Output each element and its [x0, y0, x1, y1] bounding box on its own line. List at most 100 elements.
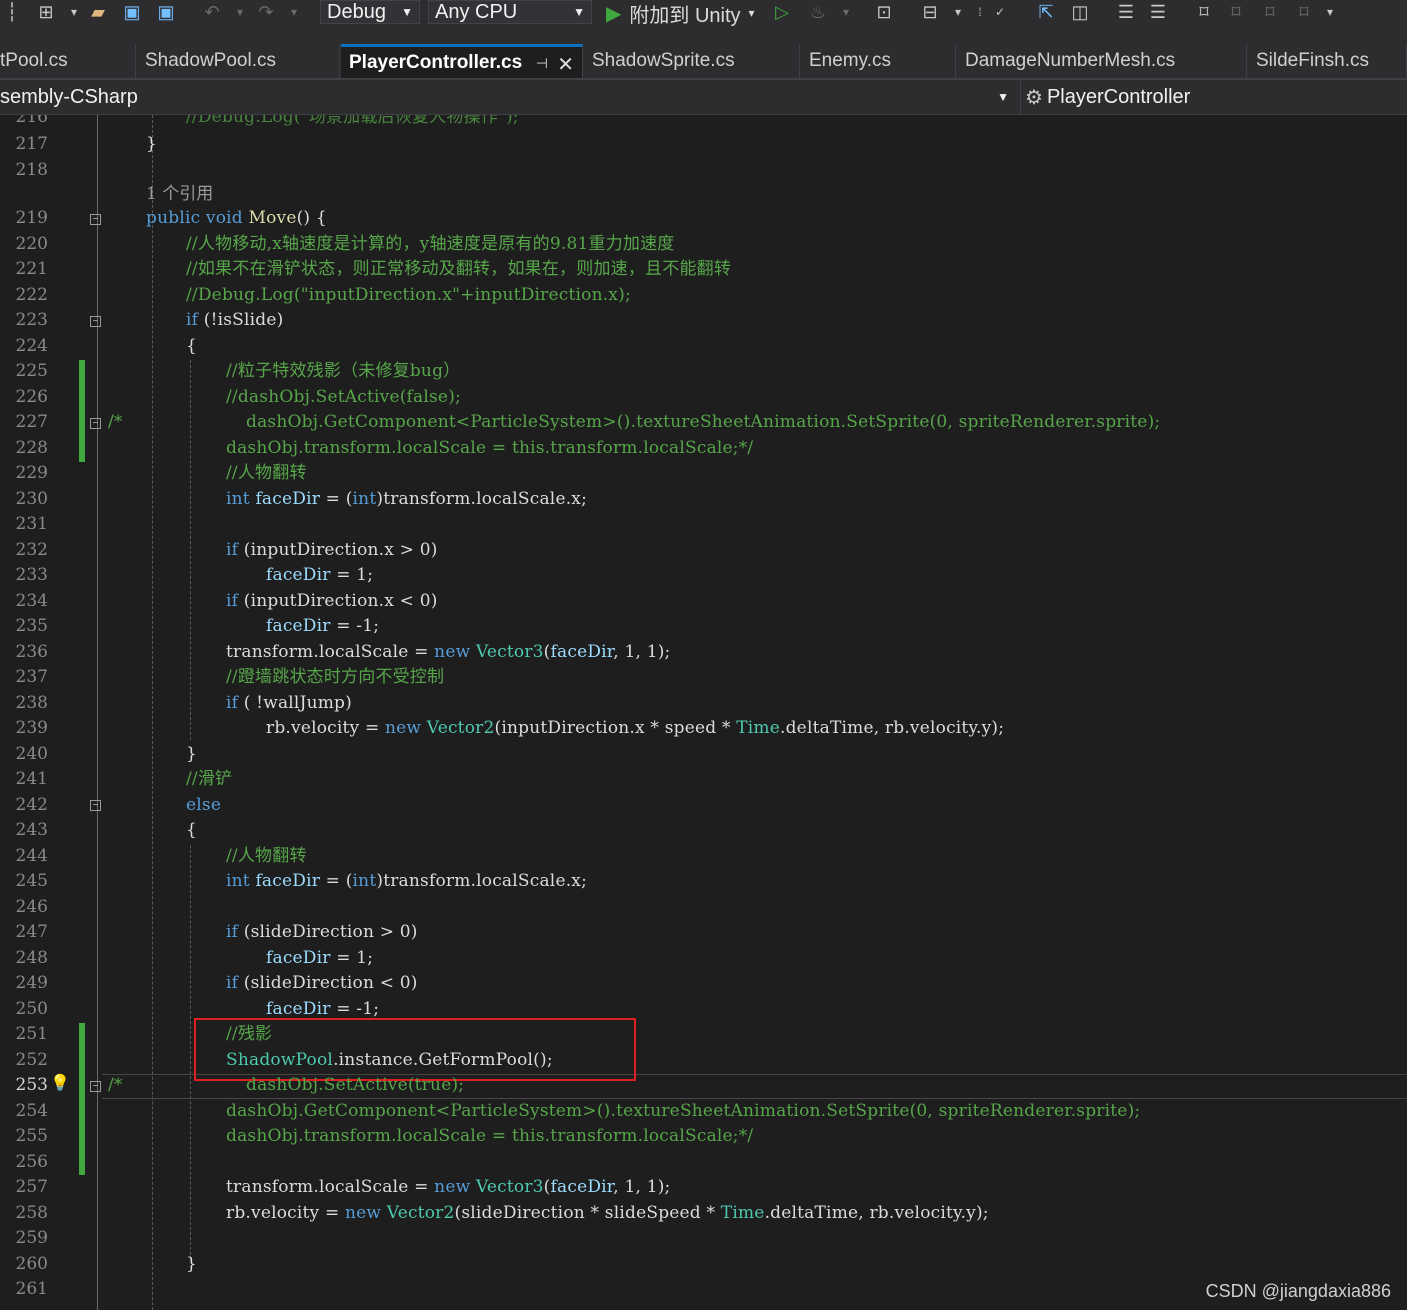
- code-line: if (slideDirection > 0): [226, 922, 418, 942]
- chevron-down-icon[interactable]: ▾: [282, 0, 306, 24]
- tab-label: tPool.cs: [0, 50, 68, 71]
- solution-config-dropdown[interactable]: Debug ▼: [320, 0, 420, 24]
- chevron-down-icon[interactable]: ▾: [834, 0, 858, 24]
- tab-shadowpool[interactable]: ShadowPool.cs: [137, 44, 340, 78]
- code-line: public void Move() {: [146, 208, 327, 228]
- code-line: }: [186, 1254, 198, 1274]
- platform-value: Any CPU: [435, 0, 518, 23]
- chevron-down-icon: ▼: [401, 5, 413, 19]
- project-name: sembly-CSharp: [0, 85, 138, 108]
- code-line: ShadowPool.instance.GetFormPool();: [226, 1050, 553, 1070]
- open-folder-icon[interactable]: ▰: [86, 0, 110, 24]
- code-line: //人物移动,x轴速度是计算的，y轴速度是原有的9.81重力加速度: [186, 234, 675, 254]
- code-line: if (inputDirection.x > 0): [226, 540, 438, 560]
- tab-shadowsprite[interactable]: ShadowSprite.cs: [584, 44, 800, 78]
- tab-tpool[interactable]: tPool.cs: [0, 44, 136, 78]
- code-line: faceDir = 1;: [266, 948, 374, 968]
- code-line: //滑铲: [186, 769, 233, 789]
- separator-icon: ┆: [6, 1, 18, 22]
- code-line: faceDir = -1;: [266, 999, 380, 1019]
- toolbar: ┆ ⊞ ▾ ▰ ▣ ▣ ↶ ▾ ↷ ▾ Debug ▼ Any CPU ▼ ▶ …: [0, 0, 1407, 44]
- play-icon: ▶: [606, 2, 622, 25]
- navigation-bar: sembly-CSharp ▼ ⚙ PlayerController: [0, 80, 1407, 115]
- chevron-down-icon[interactable]: ▾: [1318, 0, 1342, 24]
- browse-icon[interactable]: ⊡: [872, 0, 896, 24]
- line-number: 218: [15, 160, 48, 180]
- code-line: //残影: [226, 1024, 273, 1044]
- code-line: {: [186, 336, 198, 356]
- chevron-down-icon[interactable]: ▾: [62, 0, 86, 24]
- clear-bookmarks-icon[interactable]: ⌑: [1292, 0, 1316, 24]
- line-number: 231: [15, 514, 48, 534]
- tab-label: Enemy.cs: [809, 50, 892, 71]
- tab-sildefinsh[interactable]: SildeFinsh.cs: [1248, 44, 1407, 78]
- line-number: 259: [15, 1228, 48, 1248]
- code-line: //如果不在滑铲状态，则正常移动及翻转，如果在，则加速，且不能翻转: [186, 259, 732, 279]
- code-line: if (!isSlide): [186, 310, 284, 330]
- solution-config-value: Debug: [327, 0, 386, 23]
- reference-count[interactable]: 1 个引用: [146, 182, 213, 208]
- chevron-down-icon[interactable]: ▾: [946, 0, 970, 24]
- code-line: dashObj.transform.localScale = this.tran…: [226, 438, 754, 458]
- spellcheck-icon[interactable]: ✓: [988, 0, 1012, 24]
- code-line: if (inputDirection.x < 0): [226, 591, 438, 611]
- project-dropdown[interactable]: sembly-CSharp ▼: [0, 80, 1015, 114]
- code-line: //粒子特效残影（未修复bug）: [226, 361, 461, 381]
- bookmark-icon[interactable]: ⌑: [1192, 0, 1216, 24]
- code-line: //人物翻转: [226, 463, 307, 483]
- chevron-down-icon: ▼: [997, 90, 1009, 104]
- code-line: else: [186, 795, 222, 815]
- undo-icon[interactable]: ↶: [200, 0, 224, 24]
- tab-label: ShadowPool.cs: [145, 50, 276, 71]
- chevron-down-icon[interactable]: ▾: [228, 0, 252, 24]
- code-line: {: [186, 820, 198, 840]
- code-line: dashObj.SetActive(true);: [246, 1075, 465, 1095]
- start-without-debug-icon[interactable]: ▷: [770, 0, 794, 24]
- code-line: dashObj.GetComponent<ParticleSystem>().t…: [226, 1101, 1141, 1121]
- tab-playercontroller[interactable]: PlayerController.cs ⊣ ✕: [341, 44, 583, 78]
- code-line: if (slideDirection < 0): [226, 973, 418, 993]
- tab-damagenumbermesh[interactable]: DamageNumberMesh.cs: [957, 44, 1247, 78]
- tab-label: SildeFinsh.cs: [1256, 50, 1369, 71]
- attach-unity-button[interactable]: ▶ 附加到 Unity ▾: [606, 0, 755, 27]
- code-line: int faceDir = (int)transform.localScale.…: [226, 871, 588, 891]
- indent-icon[interactable]: ☰: [1114, 0, 1138, 24]
- pin-icon[interactable]: ⊣: [536, 55, 548, 72]
- platform-dropdown[interactable]: Any CPU ▼: [428, 0, 592, 24]
- layout-icon[interactable]: ⊟: [918, 0, 942, 24]
- chevron-down-icon: ▾: [748, 6, 755, 20]
- save-all-icon[interactable]: ▣: [154, 0, 178, 24]
- close-icon[interactable]: ✕: [557, 52, 574, 77]
- code-line: transform.localScale = new Vector3(faceD…: [226, 642, 671, 662]
- code-line: faceDir = -1;: [266, 616, 380, 636]
- watermark: CSDN @jiangdaxia886: [1205, 1281, 1391, 1301]
- next-bookmark-icon[interactable]: ⌑: [1258, 0, 1282, 24]
- code-line: faceDir = 1;: [266, 565, 374, 585]
- prev-bookmark-icon[interactable]: ⌑: [1224, 0, 1248, 24]
- redo-icon[interactable]: ↷: [254, 0, 278, 24]
- line-number: 246: [15, 897, 48, 917]
- code-editor[interactable]: 216 217 218 219 220 221 222 223 224 225 …: [0, 115, 1407, 1310]
- code-line: //Debug.Log("inputDirection.x"+inputDire…: [186, 285, 631, 305]
- save-icon[interactable]: ▣: [120, 0, 144, 24]
- tab-enemy[interactable]: Enemy.cs: [801, 44, 956, 78]
- code-line: rb.velocity = new Vector2(inputDirection…: [266, 718, 1005, 738]
- tab-label: PlayerController.cs: [349, 51, 523, 73]
- code-line: if ( !wallJump): [226, 693, 352, 713]
- step-icon[interactable]: ⇱: [1034, 0, 1058, 24]
- split-icon[interactable]: ◫: [1068, 0, 1092, 24]
- code-line: int faceDir = (int)transform.localScale.…: [226, 489, 588, 509]
- comment-start: /*: [108, 1075, 123, 1095]
- document-tab-bar: tPool.cs ShadowPool.cs PlayerController.…: [0, 44, 1407, 80]
- code-line: rb.velocity = new Vector2(slideDirection…: [226, 1203, 989, 1223]
- code-line: //蹬墙跳状态时方向不受控制: [226, 667, 445, 687]
- line-number: 256: [15, 1152, 48, 1172]
- tab-label: ShadowSprite.cs: [592, 50, 735, 71]
- code-line: dashObj.transform.localScale = this.tran…: [226, 1126, 754, 1146]
- code-line: //dashObj.SetActive(false);: [226, 387, 461, 407]
- code-line: //人物翻转: [226, 846, 307, 866]
- hot-reload-icon[interactable]: ♨: [806, 0, 830, 24]
- outdent-icon[interactable]: ☰: [1146, 0, 1170, 24]
- class-dropdown[interactable]: ⚙ PlayerController: [1020, 80, 1407, 114]
- new-item-icon[interactable]: ⊞: [34, 0, 58, 24]
